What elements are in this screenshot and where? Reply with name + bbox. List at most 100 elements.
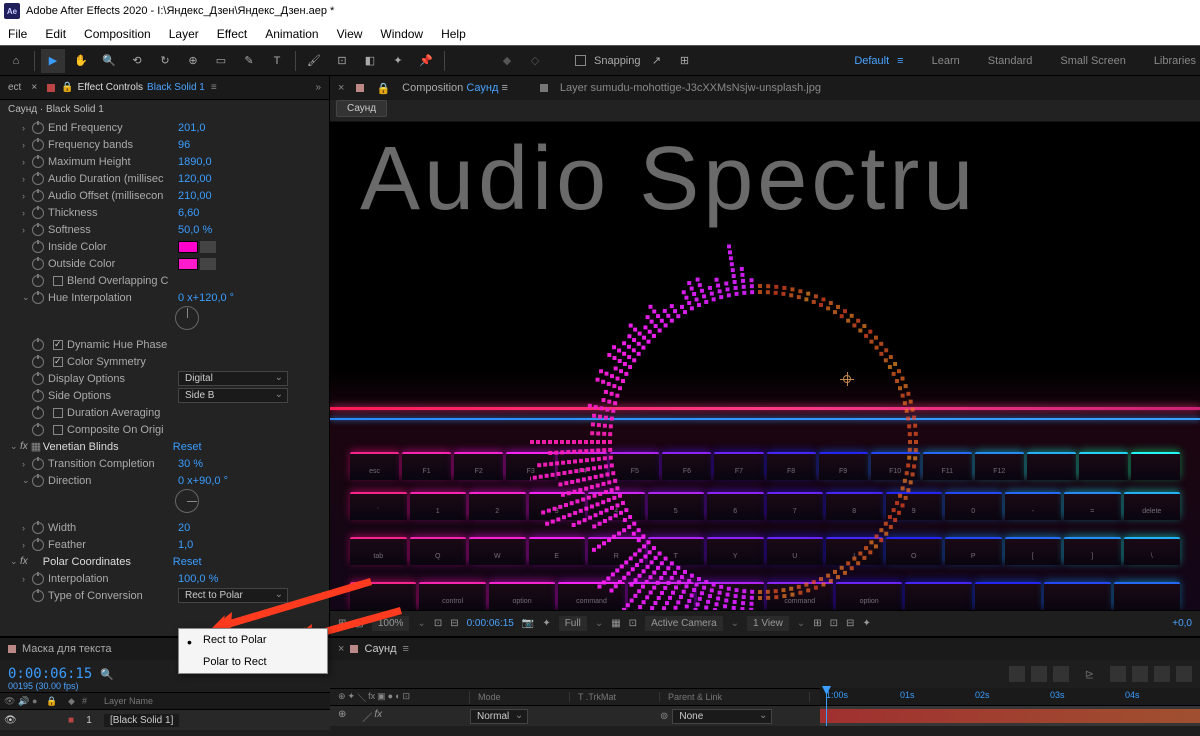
- stopwatch-icon[interactable]: [32, 207, 44, 219]
- workspace-default[interactable]: Default: [854, 55, 889, 67]
- stopwatch-icon[interactable]: [32, 424, 44, 436]
- layer-track[interactable]: [820, 706, 1200, 726]
- switch-val[interactable]: ／: [362, 709, 372, 724]
- chevron-right-icon[interactable]: ›: [22, 123, 32, 133]
- viewer-opt-icon[interactable]: ⊡: [830, 618, 838, 629]
- effect-controls-tab[interactable]: Effect Controls: [78, 82, 143, 93]
- stopwatch-icon[interactable]: [32, 390, 44, 402]
- stopwatch-icon[interactable]: [32, 173, 44, 185]
- snapping-checkbox[interactable]: [575, 55, 586, 66]
- mode-dropdown[interactable]: Normal: [470, 709, 528, 724]
- viewer-opt-icon[interactable]: ✦: [542, 618, 550, 629]
- menu-animation[interactable]: Animation: [265, 27, 318, 41]
- timeline-layer-row[interactable]: 👁 ■ 1 [Black Solid 1]: [0, 710, 330, 730]
- composition-viewer[interactable]: Audio Spectru escF1F2F3F4F5F6F7F8F9F10F1…: [330, 122, 1200, 610]
- switch-val[interactable]: fx: [374, 709, 382, 724]
- views-dropdown[interactable]: 1 View: [747, 616, 789, 631]
- val-trans-comp[interactable]: 30 %: [178, 458, 203, 470]
- camera-dropdown[interactable]: Active Camera: [645, 616, 723, 631]
- rect-tool-icon[interactable]: ▭: [209, 49, 233, 73]
- val-hue-interp[interactable]: 0 x+120,0 °: [178, 292, 234, 304]
- val-freq-bands[interactable]: 96: [178, 139, 190, 151]
- viewer-opt-icon[interactable]: ▦: [611, 618, 620, 629]
- side-opt-dropdown[interactable]: Side B: [178, 388, 288, 403]
- chevron-down-icon[interactable]: ⌄: [10, 441, 20, 452]
- chevron-down-icon[interactable]: ⌄: [22, 475, 32, 486]
- chevron-right-icon[interactable]: ›: [22, 523, 32, 533]
- viewer-opt-icon[interactable]: ⊞: [338, 618, 346, 629]
- lock-col-icon[interactable]: 🔒: [46, 696, 60, 707]
- menu-layer[interactable]: Layer: [169, 27, 199, 41]
- stopwatch-icon[interactable]: [32, 407, 44, 419]
- viewer-time[interactable]: 0:00:06:15: [467, 618, 514, 629]
- inside-color-swatch[interactable]: [178, 241, 198, 253]
- stopwatch-icon[interactable]: [32, 156, 44, 168]
- menu-view[interactable]: View: [337, 27, 363, 41]
- chevron-right-icon[interactable]: ›: [22, 174, 32, 184]
- viewer-opt-icon[interactable]: ⊡: [629, 618, 637, 629]
- display-opt-dropdown[interactable]: Digital: [178, 371, 288, 386]
- fx-icon[interactable]: fx: [20, 556, 28, 567]
- val-direction[interactable]: 0 x+90,0 °: [178, 475, 228, 487]
- val-feather[interactable]: 1,0: [178, 539, 193, 551]
- stopwatch-icon[interactable]: [32, 573, 44, 585]
- timeline-tab-active[interactable]: Саунд: [364, 643, 396, 655]
- venetian-reset[interactable]: Reset: [173, 441, 202, 453]
- graph-editor-icon[interactable]: ⊵: [1085, 668, 1094, 681]
- val-width[interactable]: 20: [178, 522, 190, 534]
- chevron-right-icon[interactable]: ›: [22, 208, 32, 218]
- anchor-tool-icon[interactable]: ⊕: [181, 49, 205, 73]
- tl-opt-icon[interactable]: [1009, 666, 1025, 682]
- stopwatch-icon[interactable]: [32, 539, 44, 551]
- layer-tab[interactable]: Layer sumudu-mohottige-J3cXXMsNsjw-unspl…: [560, 82, 821, 94]
- brush-tool-icon[interactable]: 🖌: [302, 49, 326, 73]
- effect-layer-link[interactable]: Black Solid 1: [147, 82, 205, 93]
- stopwatch-icon[interactable]: [32, 190, 44, 202]
- layer-label-icon[interactable]: ■: [68, 715, 82, 726]
- workspace-menu-icon[interactable]: ≡: [897, 55, 903, 67]
- label-col-icon[interactable]: ◆: [68, 696, 82, 707]
- stopwatch-icon[interactable]: [32, 292, 44, 304]
- stopwatch-icon[interactable]: [32, 241, 44, 253]
- stopwatch-icon[interactable]: [32, 475, 44, 487]
- audio-col-icon[interactable]: 🔊: [18, 696, 32, 707]
- comp-tab[interactable]: Composition Саунд ≡: [402, 82, 508, 94]
- switch-icon[interactable]: fx: [368, 691, 375, 704]
- tl-opt-icon[interactable]: [1031, 666, 1047, 682]
- panel-overflow-icon[interactable]: »: [315, 82, 321, 93]
- effect-preset-icon[interactable]: ▦: [31, 440, 43, 453]
- switch-icon[interactable]: ◐: [395, 691, 400, 704]
- val-thickness[interactable]: 6,60: [178, 207, 199, 219]
- val-end-freq[interactable]: 201,0: [178, 122, 206, 134]
- home-tool-icon[interactable]: ⌂: [4, 49, 28, 73]
- menu-composition[interactable]: Composition: [84, 27, 151, 41]
- dyn-hue-checkbox[interactable]: [53, 340, 63, 350]
- zoom-dropdown[interactable]: 100%: [372, 616, 410, 631]
- viewer-opt-icon[interactable]: ⊞: [813, 618, 821, 629]
- snap-opt1-icon[interactable]: ↗: [645, 49, 669, 73]
- chevron-right-icon[interactable]: ›: [22, 157, 32, 167]
- puppet-tool-icon[interactable]: 📌: [414, 49, 438, 73]
- color-sym-checkbox[interactable]: [53, 357, 63, 367]
- comp-crumb-item[interactable]: Саунд: [336, 100, 387, 117]
- exposure-value[interactable]: +0,0: [1172, 618, 1192, 629]
- polar-reset[interactable]: Reset: [173, 556, 202, 568]
- val-softness[interactable]: 50,0 %: [178, 224, 212, 236]
- tl-opt-icon[interactable]: [1154, 666, 1170, 682]
- snap-opt2-icon[interactable]: ⊞: [673, 49, 697, 73]
- menu-help[interactable]: Help: [441, 27, 466, 41]
- stamp-tool-icon[interactable]: ⊡: [330, 49, 354, 73]
- hue-dial[interactable]: [175, 306, 199, 330]
- chevron-down-icon[interactable]: ⌄: [10, 556, 20, 567]
- stopwatch-icon[interactable]: [32, 356, 44, 368]
- lock-icon[interactable]: 🔒: [61, 82, 73, 93]
- switch-icon[interactable]: ⊡: [403, 691, 411, 704]
- viewer-opt-icon[interactable]: ⊡: [434, 618, 442, 629]
- stopwatch-icon[interactable]: [32, 224, 44, 236]
- stopwatch-icon[interactable]: [32, 373, 44, 385]
- timeline-ruler[interactable]: 1:00s 01s 02s 03s 04s: [820, 688, 1200, 706]
- chevron-right-icon[interactable]: ›: [22, 574, 32, 584]
- timeline-tab-mask[interactable]: Маска для текста: [22, 643, 111, 655]
- switch-icon[interactable]: ●: [388, 691, 393, 704]
- tl-opt-icon[interactable]: [1110, 666, 1126, 682]
